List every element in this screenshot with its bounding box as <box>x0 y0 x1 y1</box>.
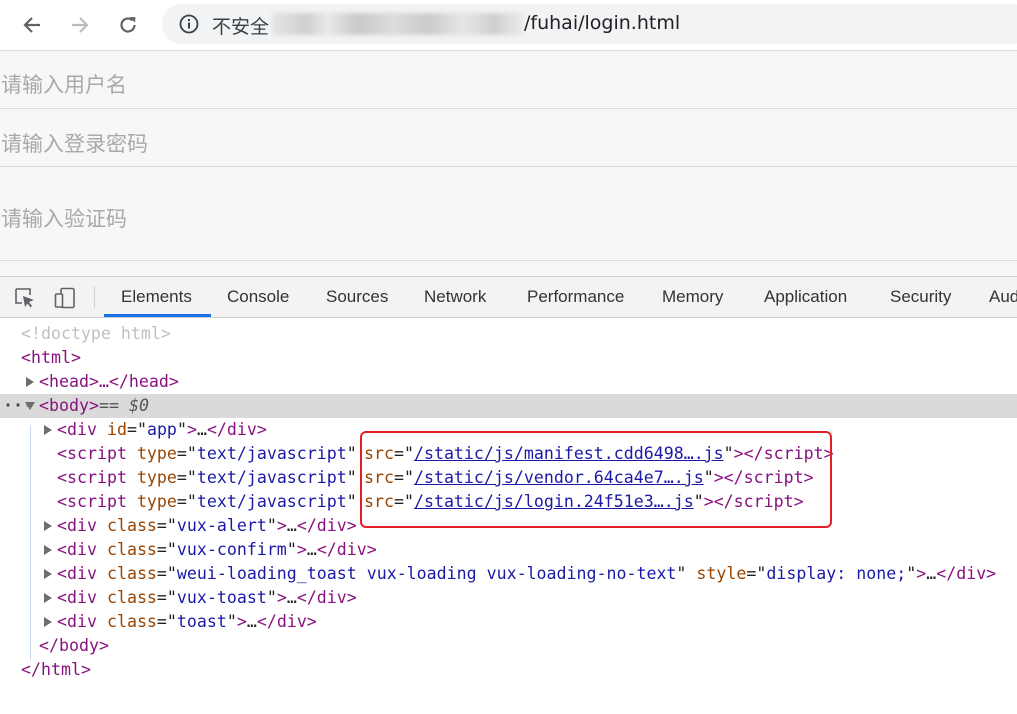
username-placeholder: 请输入用户名 <box>1 74 127 97</box>
page-viewport: 请输入用户名 请输入登录密码 请输入验证码 <box>0 51 1017 276</box>
div-class-value: vux-toast <box>176 588 267 607</box>
captcha-placeholder: 请输入验证码 <box>1 208 127 231</box>
password-input[interactable]: 请输入登录密码 <box>0 109 1017 167</box>
inspect-element-icon[interactable] <box>14 287 36 309</box>
div-app-tagname: div <box>67 420 97 439</box>
html-open-tag: <html> <box>21 348 81 367</box>
reload-icon <box>120 17 136 33</box>
tab-performance[interactable]: Performance <box>527 277 624 317</box>
head-tag: <head>…</head> <box>39 372 179 391</box>
expand-triangle-icon[interactable] <box>44 521 52 531</box>
expand-triangle-icon[interactable] <box>26 377 34 387</box>
tree-node-div-vux-toast[interactable]: <div class="vux-toast">…</div> <box>0 586 1017 610</box>
forward-button[interactable] <box>64 9 96 41</box>
tab-sources[interactable]: Sources <box>326 277 388 317</box>
not-secure-label: 不安全 <box>212 16 270 38</box>
tree-node-body-close[interactable]: </body> <box>0 634 1017 658</box>
script-type-value: text/javascript <box>196 492 347 511</box>
tab-separator <box>94 286 95 308</box>
div-app-value: app <box>146 420 177 439</box>
active-tab-indicator <box>104 314 211 317</box>
tree-node-div-vux-confirm[interactable]: <div class="vux-confirm">…</div> <box>0 538 1017 562</box>
username-input[interactable]: 请输入用户名 <box>0 51 1017 109</box>
div-app-attr: id <box>106 420 127 439</box>
tree-node-doctype[interactable]: <!doctype html> <box>0 322 1017 346</box>
tree-node-div-weui-loading[interactable]: <div class="weui-loading_toast vux-loadi… <box>0 562 1017 586</box>
back-button[interactable] <box>16 9 48 41</box>
tab-elements[interactable]: Elements <box>121 277 192 317</box>
tree-node-head[interactable]: <head>…</head> <box>0 370 1017 394</box>
url-path: /fuhai/login.html <box>524 12 681 34</box>
div-class-value: vux-confirm <box>176 540 287 559</box>
div-class-value: weui-loading_toast vux-loading vux-loadi… <box>176 564 677 583</box>
password-placeholder: 请输入登录密码 <box>1 133 148 156</box>
tree-node-html[interactable]: <html> <box>0 346 1017 370</box>
expand-triangle-icon[interactable] <box>44 617 52 627</box>
tab-console[interactable]: Console <box>227 277 289 317</box>
tree-node-html-close[interactable]: </html> <box>0 658 1017 682</box>
div-style-value: display: none; <box>766 564 907 583</box>
tree-node-div-toast[interactable]: <div class="toast">…</div> <box>0 610 1017 634</box>
expand-triangle-icon[interactable] <box>44 425 52 435</box>
blurred-host <box>272 13 524 35</box>
reload-button[interactable] <box>112 9 144 41</box>
tab-security[interactable]: Security <box>890 277 951 317</box>
captcha-input[interactable]: 请输入验证码 <box>0 167 1017 261</box>
script-src-highlight <box>360 431 832 528</box>
collapse-triangle-icon[interactable] <box>25 402 35 410</box>
info-circle-icon[interactable] <box>179 14 199 34</box>
html-close-tag: </html> <box>21 660 91 679</box>
tree-node-body[interactable]: ··· <body> == $0 <box>0 394 1017 418</box>
tab-audits[interactable]: Aud <box>989 277 1017 317</box>
script-type-value: text/javascript <box>196 444 347 463</box>
div-class-value: toast <box>176 612 227 631</box>
expand-triangle-icon[interactable] <box>44 569 52 579</box>
device-toolbar-icon[interactable] <box>54 287 76 309</box>
arrow-left-icon <box>23 17 40 33</box>
tab-memory[interactable]: Memory <box>662 277 723 317</box>
body-close-tag: </body> <box>39 636 109 655</box>
expand-triangle-icon[interactable] <box>44 545 52 555</box>
selected-node-marker: == $0 <box>89 396 149 415</box>
script-type-value: text/javascript <box>196 468 347 487</box>
div-class-value: vux-alert <box>176 516 267 535</box>
tab-network[interactable]: Network <box>424 277 486 317</box>
browser-toolbar: 不安全 /fuhai/login.html <box>0 0 1017 51</box>
devtools-tab-bar: Elements Console Sources Network Perform… <box>0 276 1017 318</box>
address-bar[interactable]: 不安全 /fuhai/login.html <box>162 4 1017 44</box>
expand-triangle-icon[interactable] <box>44 593 52 603</box>
arrow-right-icon <box>72 17 89 33</box>
doctype-text: <!doctype html> <box>21 324 171 343</box>
tab-application[interactable]: Application <box>764 277 847 317</box>
